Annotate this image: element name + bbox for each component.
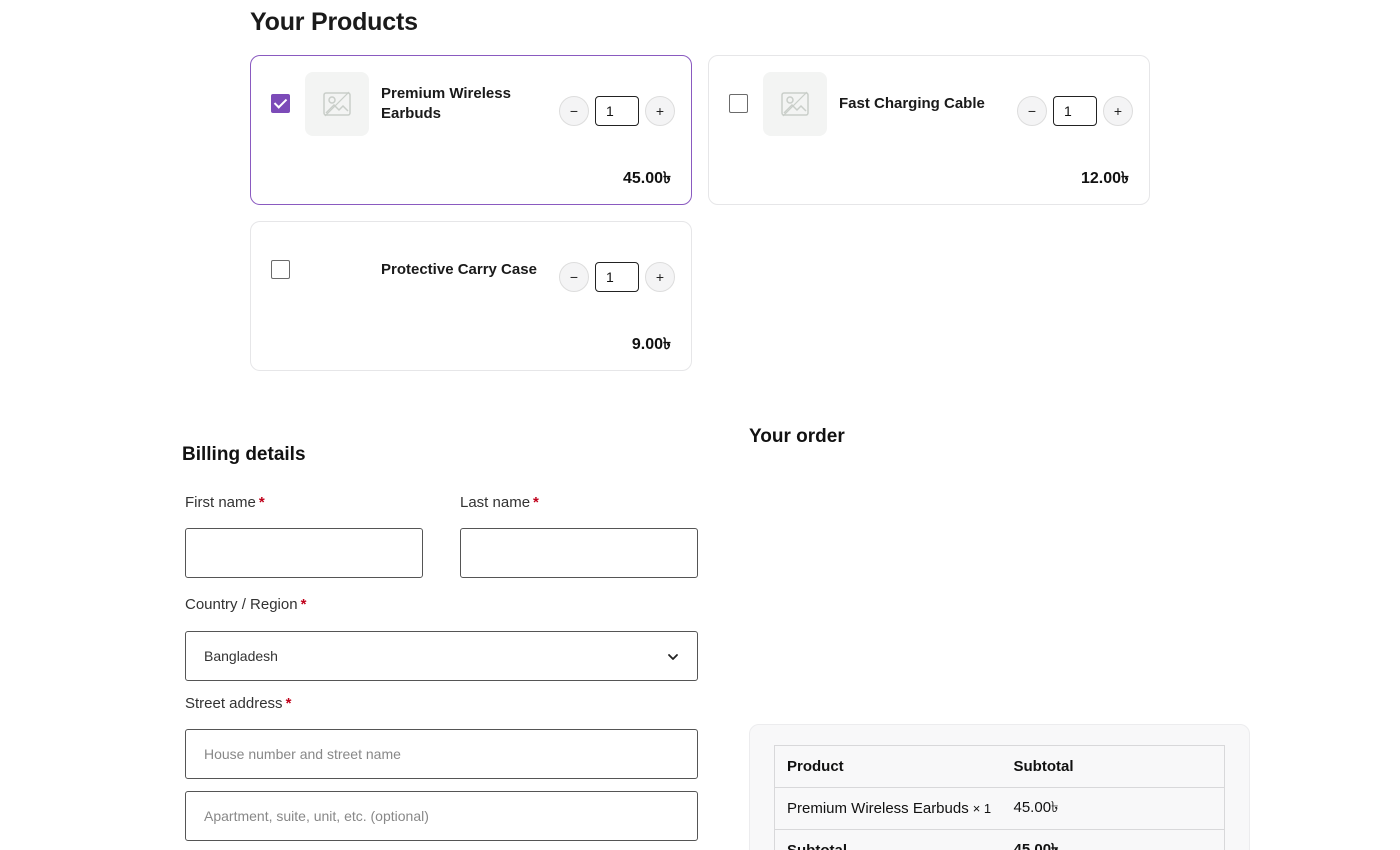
order-title: Your order <box>749 426 845 447</box>
required-marker: * <box>258 494 265 511</box>
country-select[interactable]: Bangladesh <box>185 631 698 681</box>
product-checkbox[interactable] <box>271 94 290 113</box>
order-table-header: Product Subtotal <box>775 746 1225 788</box>
product-checkbox[interactable] <box>729 94 748 113</box>
quantity-input[interactable]: 1 <box>595 262 639 292</box>
chevron-down-icon <box>668 654 678 660</box>
quantity-input[interactable]: 1 <box>595 96 639 126</box>
decrease-quantity-button[interactable]: − <box>559 262 589 292</box>
order-item-name: Premium Wireless Earbuds <box>787 800 969 817</box>
street-address-field[interactable]: House number and street name <box>185 729 698 779</box>
product-name: Fast Charging Cable <box>839 95 985 112</box>
last-name-label: Last name * <box>460 494 539 511</box>
street-address-label: Street address * <box>185 695 291 712</box>
increase-quantity-button[interactable]: + <box>645 96 675 126</box>
image-placeholder-icon <box>323 91 351 117</box>
product-checkbox[interactable] <box>271 260 290 279</box>
product-card[interactable]: Protective Carry Case − 1 + 9.00৳ <box>250 221 692 371</box>
order-header-product: Product <box>787 758 844 775</box>
order-subtotal-value: 45.00৳ <box>1001 829 1225 850</box>
product-price: 9.00৳ <box>631 336 671 353</box>
quantity-stepper: − 1 + <box>559 96 675 126</box>
street-address-label-text: Street address <box>185 695 283 712</box>
order-header-subtotal: Subtotal <box>1013 758 1074 775</box>
increase-quantity-button[interactable]: + <box>645 262 675 292</box>
quantity-stepper: − 1 + <box>559 262 675 292</box>
product-card[interactable]: Fast Charging Cable − 1 + 12.00৳ <box>708 55 1150 205</box>
order-subtotal-label: Subtotal <box>774 829 1002 850</box>
quantity-input[interactable]: 1 <box>1053 96 1097 126</box>
product-price: 45.00৳ <box>622 170 671 187</box>
first-name-label: First name * <box>185 494 265 511</box>
product-card[interactable]: Premium Wireless Earbuds − 1 + 45.00৳ <box>250 55 692 205</box>
required-marker: * <box>300 596 307 613</box>
order-item-qty: × 1 <box>972 801 992 816</box>
order-item-cell: Premium Wireless Earbuds × 1 <box>774 787 1002 830</box>
table-row: Premium Wireless Earbuds × 1 45.00৳ <box>774 787 1225 830</box>
order-subtotal-row: Subtotal 45.00৳ <box>774 829 1225 850</box>
required-marker: * <box>285 695 292 712</box>
decrease-quantity-button[interactable]: − <box>559 96 589 126</box>
country-label-text: Country / Region <box>185 596 298 613</box>
increase-quantity-button[interactable]: + <box>1103 96 1133 126</box>
product-image-placeholder <box>305 72 369 136</box>
decrease-quantity-button[interactable]: − <box>1017 96 1047 126</box>
required-marker: * <box>533 494 539 511</box>
last-name-field[interactable] <box>460 528 698 578</box>
product-price: 12.00৳ <box>1080 170 1129 187</box>
products-title: Your Products <box>250 8 418 36</box>
billing-title: Billing details <box>182 444 306 465</box>
country-select-value: Bangladesh <box>204 648 278 664</box>
product-name: Premium Wireless Earbuds <box>381 85 511 122</box>
quantity-stepper: − 1 + <box>1017 96 1133 126</box>
apartment-placeholder: Apartment, suite, unit, etc. (optional) <box>204 808 429 824</box>
apartment-field[interactable]: Apartment, suite, unit, etc. (optional) <box>185 791 698 841</box>
first-name-field[interactable] <box>185 528 423 578</box>
order-review-box: Product Subtotal Premium Wireless Earbud… <box>749 724 1250 850</box>
last-name-label-text: Last name <box>460 494 531 511</box>
order-table: Product Subtotal Premium Wireless Earbud… <box>774 745 1225 850</box>
image-placeholder-icon <box>781 91 809 117</box>
street-address-placeholder: House number and street name <box>204 746 401 762</box>
order-item-subtotal: 45.00৳ <box>1001 787 1225 830</box>
first-name-label-text: First name <box>185 494 256 511</box>
product-image-placeholder <box>763 72 827 136</box>
country-label: Country / Region * <box>185 596 306 613</box>
product-name: Protective Carry Case <box>381 261 537 278</box>
